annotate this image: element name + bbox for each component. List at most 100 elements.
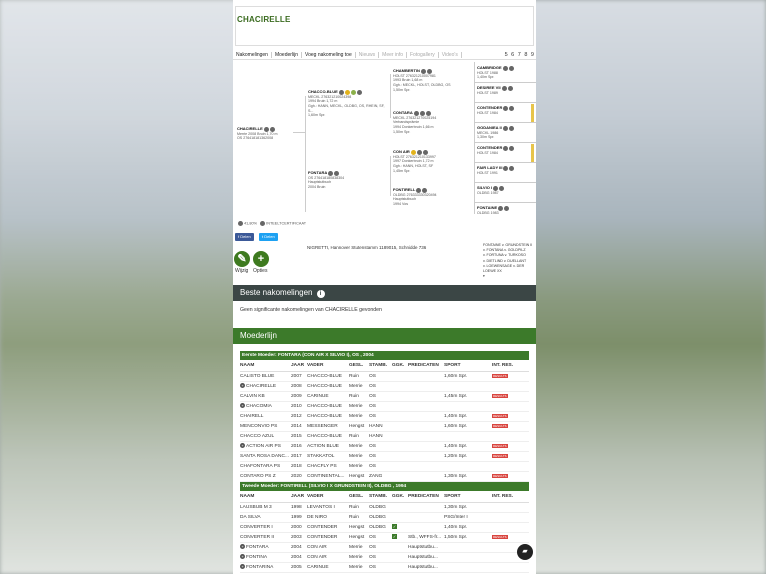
offspring-name[interactable]: FONTINA — [246, 555, 267, 560]
table-row[interactable]: + CHACIRELLE 2008 CHACCO-BLUE Merrie OS — [240, 381, 529, 392]
offspring-sire[interactable]: LEVANTOS I — [307, 502, 349, 513]
offspring-name-cell[interactable]: CONVERTER I — [240, 522, 291, 533]
twitter-share-button[interactable]: t Delen — [259, 233, 278, 241]
table-row[interactable]: + FONTARINA 2005 CARINUE Merrie OS Hauptstutbu… — [240, 562, 529, 573]
pedigree-ds-name[interactable]: CON AIR — [393, 149, 410, 154]
table-row[interactable]: + CHACOMIA 2010 CHACCO-BLUE Merrie OS — [240, 401, 529, 412]
offspring-name-cell[interactable]: + FONTARINA — [240, 562, 291, 573]
column-header[interactable]: SPORT — [444, 492, 492, 503]
tab-item[interactable]: Video's — [439, 51, 462, 58]
offspring-sire[interactable]: CHACCO-BLUE — [307, 371, 349, 382]
offspring-name-cell[interactable]: CONVERTER II — [240, 532, 291, 543]
pedigree-ss-name[interactable]: CHAMBERTIN — [393, 68, 420, 73]
column-header[interactable]: GGK. — [392, 361, 408, 372]
offspring-sire[interactable]: CHACCO-BLUE — [307, 431, 349, 442]
column-header[interactable]: VADER — [307, 361, 349, 372]
column-header[interactable]: SPORT — [444, 361, 492, 372]
column-header[interactable]: INT. RES. — [492, 361, 529, 372]
chat-button[interactable]: ▰ — [517, 544, 533, 560]
offspring-name[interactable]: CONTARO PS Z — [240, 474, 276, 479]
results-badge[interactable]: RESULTS — [492, 473, 508, 478]
results-badge[interactable]: RESULTS — [492, 413, 508, 418]
offspring-name[interactable]: CHACCO AZUL — [240, 434, 274, 439]
pedigree-dd-name[interactable]: FONTIRELL — [393, 187, 415, 192]
column-header[interactable]: GGK. — [392, 492, 408, 503]
offspring-sire[interactable]: STAKKATOL — [307, 451, 349, 462]
offspring-name-cell[interactable]: LAUSBUB M 3 — [240, 502, 291, 513]
offspring-name-cell[interactable]: + FONTINA — [240, 552, 291, 563]
pedigree-sire[interactable]: CHACCO-BLUE MECKL 276321210024398 1994 B… — [308, 89, 390, 118]
pedigree-sire-dam[interactable]: CONTARA MECKL 276321270025194 Verbandspr… — [393, 110, 473, 134]
tab-item[interactable]: Moederlijn — [272, 51, 303, 58]
offspring-name-cell[interactable]: + ACTION AIR PS — [240, 441, 291, 452]
offspring-sire[interactable]: CHACCO-BLUE — [307, 411, 349, 422]
column-header[interactable]: VADER — [307, 492, 349, 503]
expand-icon[interactable]: + — [240, 554, 245, 559]
table-row[interactable]: CONTARO PS Z 2020 CONTINENTAL... Hengst ZANG… — [240, 471, 529, 482]
pedigree-g4-name[interactable]: CONTENDER — [477, 145, 502, 150]
column-header[interactable]: GESL. — [349, 361, 369, 372]
table-row[interactable]: + FONTARA 2004 CON AIR Merrie OS Hauptstutbu..… — [240, 542, 529, 553]
offspring-name[interactable]: DA SILVA — [240, 515, 261, 520]
offspring-sire[interactable]: CHACCO-BLUE — [307, 381, 349, 392]
offspring-name[interactable]: LAUSBUB M 3 — [240, 505, 272, 510]
offspring-sire[interactable]: MESSENGER — [307, 421, 349, 432]
column-header[interactable]: JAAR — [291, 361, 307, 372]
results-badge[interactable]: RESULTS — [492, 443, 508, 448]
pedigree-g4-name[interactable]: FONTAINE — [477, 205, 497, 210]
table-row[interactable]: CALISTO BLUE 2007 CHACCO-BLUE Ruin OS 1,60m S… — [240, 371, 529, 382]
offspring-name-cell[interactable]: + CHACOMIA — [240, 401, 291, 412]
table-row[interactable]: SANTA ROSA DANC... 2017 STAKKATOL Merrie OS 1… — [240, 451, 529, 462]
damline-item[interactable]: ▾ — [483, 274, 536, 279]
column-header[interactable]: STAMB. — [369, 361, 392, 372]
table-row[interactable]: LAUSBUB M 3 1998 LEVANTOS I Ruin OLDBG 1,30m … — [240, 502, 529, 513]
table-row[interactable]: CALVIN KB 2009 CARINUE Ruin OS 1,45m Spr. RESU… — [240, 391, 529, 402]
pagination[interactable]: 5 6 7 8 9 — [505, 52, 535, 58]
offspring-sire[interactable]: CARINUE — [307, 391, 349, 402]
offspring-sire[interactable]: ACTION BLUE — [307, 441, 349, 452]
offspring-name[interactable]: FONTARA — [246, 545, 269, 550]
offspring-name-cell[interactable]: DA SILVA — [240, 512, 291, 523]
pedigree-sire-name[interactable]: CHACCO-BLUE — [308, 89, 338, 94]
pedigree-horse[interactable]: CHACIRELLE Merrie 2008 Bruin 1,70 m OS 2… — [237, 126, 295, 141]
offspring-name-cell[interactable]: CALVIN KB — [240, 391, 291, 402]
tab-item[interactable]: Nieuws — [356, 51, 380, 58]
tab-item[interactable]: Voeg nakomeling toe — [302, 51, 356, 58]
offspring-sire[interactable]: CHACCO-BLUE — [307, 401, 349, 412]
offspring-sire[interactable]: CON AIR — [307, 542, 349, 553]
offspring-name[interactable]: FONTARINA — [246, 565, 273, 570]
inbreeding-certificate-link[interactable]: INTEELTCERTIFICAAT — [266, 222, 306, 226]
column-header[interactable]: JAAR — [291, 492, 307, 503]
expand-icon[interactable]: + — [240, 403, 245, 408]
offspring-sire[interactable]: CONTINENTAL... — [307, 471, 349, 482]
offspring-sire[interactable]: DE NIRO — [307, 512, 349, 523]
offspring-name-cell[interactable]: CHACCO AZUL — [240, 431, 291, 442]
column-header[interactable]: GESL. — [349, 492, 369, 503]
pedigree-sire-sire[interactable]: CHAMBERTIN HOLST 276321210007981 1993 Br… — [393, 68, 473, 92]
pedigree-g4-name[interactable]: FAIR LADY III — [477, 165, 502, 170]
offspring-sire[interactable]: CONTENDER — [307, 522, 349, 533]
offspring-name[interactable]: CONVERTER II — [240, 535, 274, 540]
info-icon[interactable]: i — [316, 290, 325, 298]
offspring-name[interactable]: SANTA ROSA DANC... — [240, 454, 289, 459]
offspring-name-cell[interactable]: SANTA ROSA DANC... — [240, 451, 291, 462]
pedigree-sd-name[interactable]: CONTARA — [393, 110, 413, 115]
column-header[interactable]: NAAM — [240, 361, 291, 372]
offspring-name[interactable]: CALISTO BLUE — [240, 374, 274, 379]
inbreeding-info[interactable]: 41,80% INTEELTCERTIFICAAT — [237, 221, 306, 226]
tab-item[interactable]: Fotogallery — [407, 51, 439, 58]
results-badge[interactable]: RESULTS — [492, 373, 508, 378]
pedigree-g4-node[interactable]: FONTAINE OLDBG 1983 — [477, 205, 529, 215]
results-badge[interactable]: RESULTS — [492, 393, 508, 398]
offspring-name[interactable]: CHACOMIA — [246, 404, 272, 409]
expand-icon[interactable]: + — [240, 383, 245, 388]
results-badge[interactable]: RESULTS — [492, 423, 508, 428]
table-row[interactable]: CHAFONTARA PS 2018 CHACFLY PS Merrie OS — [240, 461, 529, 472]
table-row[interactable]: + FONTINA 2004 CON AIR Merrie OS Hauptstutbu..… — [240, 552, 529, 563]
pedigree-g4-name[interactable]: CAMBRIDGE — [477, 65, 502, 70]
facebook-share-button[interactable]: f Delen — [235, 233, 254, 241]
offspring-name[interactable]: CHACIRELLE — [246, 384, 276, 389]
tab-item[interactable]: Nakomelingen — [233, 51, 272, 58]
offspring-name[interactable]: CHAFONTARA PS — [240, 464, 280, 469]
offspring-name[interactable]: MENCONVIO PS — [240, 424, 277, 429]
